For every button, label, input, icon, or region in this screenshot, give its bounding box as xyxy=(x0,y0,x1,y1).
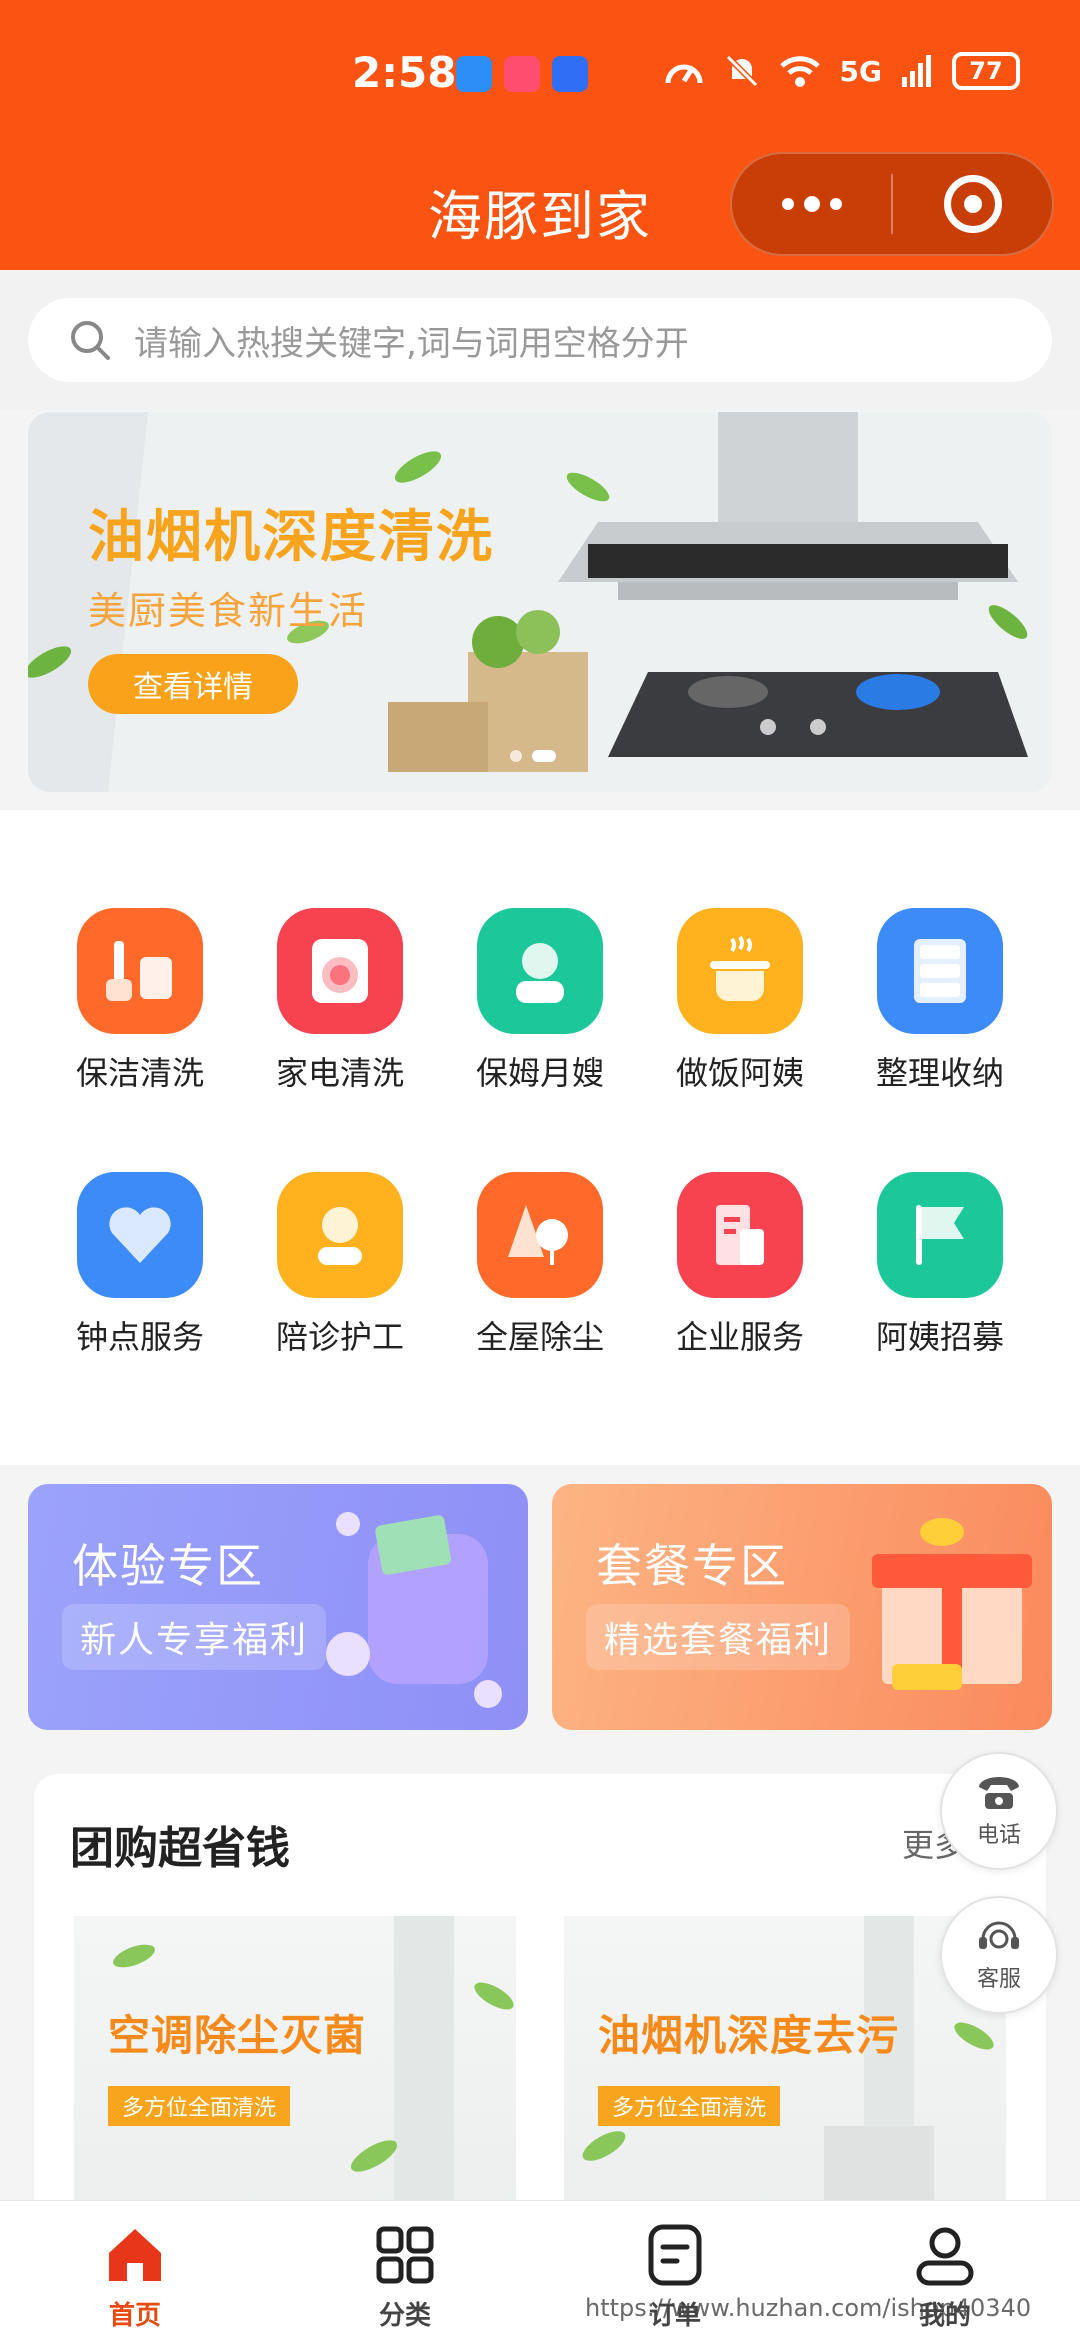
building-icon xyxy=(677,1172,803,1298)
status-right: 5G 77 xyxy=(664,52,1020,90)
banner-dot-active xyxy=(532,750,556,762)
promo-subtitle: 精选套餐福利 xyxy=(586,1604,851,1670)
promo-title: 套餐专区 xyxy=(596,1539,788,1593)
phone-label: 电话 xyxy=(976,1823,1021,1848)
service-label: 陪诊护工 xyxy=(275,1318,404,1356)
banner-pagination xyxy=(510,750,556,762)
battery-level: 77 xyxy=(969,57,1003,85)
service-label: 阿姨招募 xyxy=(875,1318,1004,1356)
banner-dot xyxy=(510,750,522,762)
trial-zone-card[interactable]: 体验专区 新人专享福利 xyxy=(28,1484,528,1730)
wifi-icon xyxy=(779,56,820,87)
service-label: 全屋除尘 xyxy=(475,1318,604,1356)
service-item[interactable]: 陪诊护工 xyxy=(240,1172,440,1358)
tab-label: 首页 xyxy=(108,2301,161,2331)
search-icon xyxy=(71,321,110,360)
mute-bell-icon xyxy=(725,54,758,88)
service-item[interactable]: 阿姨招募 xyxy=(840,1172,1040,1358)
service-float-button[interactable]: 客服 xyxy=(940,1896,1058,2014)
banner-subtitle: 美厨美食新生活 xyxy=(88,589,369,633)
service-grid: 保洁清洗 家电清洗 保姆月嫂 做饭阿姨 整理收纳 钟点服务 陪诊护工 全屋除尘 … xyxy=(40,908,1040,1358)
more-button[interactable] xyxy=(732,154,891,254)
telephone-icon xyxy=(979,1777,1019,1809)
tab-label: 分类 xyxy=(378,2301,431,2331)
order-list-icon xyxy=(648,2224,702,2286)
service-item[interactable]: 保洁清洗 xyxy=(40,908,240,1094)
service-label: 整理收纳 xyxy=(875,1054,1004,1092)
status-time: 2:58 xyxy=(352,48,457,97)
tab-home[interactable]: 首页 xyxy=(0,2201,270,2340)
search-app-icon xyxy=(456,56,492,92)
nanny-icon xyxy=(477,908,603,1034)
card-illustration xyxy=(113,1916,514,2216)
battery-icon: 77 xyxy=(952,52,1020,90)
watermark: https://www.huzhan.com/ishop40340 xyxy=(585,2294,1032,2322)
service-label: 客服 xyxy=(976,1967,1021,1992)
grid-icon xyxy=(376,2226,434,2284)
service-label: 企业服务 xyxy=(675,1318,804,1356)
home-icon xyxy=(109,2229,161,2281)
banner-title: 油烟机深度清洗 xyxy=(88,505,494,570)
service-item[interactable]: 钟点服务 xyxy=(40,1172,240,1358)
network-type: 5G xyxy=(839,54,882,88)
speed-icon xyxy=(665,64,703,84)
phone-float-button[interactable]: 电话 xyxy=(940,1752,1058,1870)
page: 2:58 5G 77 海豚到家 请输入热搜关键字,词与词用空格分开 油烟机深度清… xyxy=(0,0,1080,2340)
nurse-icon xyxy=(277,1172,403,1298)
search-input[interactable]: 请输入热搜关键字,词与词用空格分开 xyxy=(28,298,1052,382)
promo-title: 体验专区 xyxy=(72,1539,264,1593)
service-item[interactable]: 家电清洗 xyxy=(240,908,440,1094)
service-label: 保姆月嫂 xyxy=(475,1054,604,1092)
card-title: 空调除尘灭菌 xyxy=(108,2011,367,2060)
target-icon xyxy=(943,175,1002,233)
banner-detail-button[interactable]: 查看详情 xyxy=(88,654,298,714)
cabinet-icon xyxy=(877,908,1003,1034)
bulb-app-icon xyxy=(552,56,588,92)
user-icon xyxy=(916,2227,974,2286)
book-app-icon xyxy=(504,56,540,92)
card-title: 油烟机深度去污 xyxy=(598,2011,900,2060)
cleaning-tools-icon xyxy=(77,908,203,1034)
service-item[interactable]: 做饭阿姨 xyxy=(640,908,840,1094)
signal-icon xyxy=(902,55,931,87)
package-zone-card[interactable]: 套餐专区 精选套餐福利 xyxy=(552,1484,1052,1730)
service-grid-section: 保洁清洗 家电清洗 保姆月嫂 做饭阿姨 整理收纳 钟点服务 陪诊护工 全屋除尘 … xyxy=(0,810,1080,1465)
washing-machine-icon xyxy=(277,908,403,1034)
status-notification-icons xyxy=(456,56,588,92)
miniprogram-capsule xyxy=(730,152,1054,256)
service-item[interactable]: 企业服务 xyxy=(640,1172,840,1358)
service-label: 钟点服务 xyxy=(75,1318,204,1356)
search-section: 请输入热搜关键字,词与词用空格分开 xyxy=(0,270,1080,410)
card-tag: 多方位全面清洗 xyxy=(598,2086,781,2126)
card-tag: 多方位全面清洗 xyxy=(108,2086,291,2126)
close-button[interactable] xyxy=(893,154,1052,254)
promo-subtitle: 新人专享福利 xyxy=(62,1604,327,1670)
service-item[interactable]: 保姆月嫂 xyxy=(440,908,640,1094)
promo-banner[interactable]: 油烟机深度清洗 美厨美食新生活 查看详情 xyxy=(28,412,1052,792)
service-item[interactable]: 整理收纳 xyxy=(840,908,1040,1094)
heart-icon xyxy=(77,1172,203,1298)
search-placeholder: 请输入热搜关键字,词与词用空格分开 xyxy=(134,323,689,364)
tab-category[interactable]: 分类 xyxy=(270,2201,540,2340)
service-label: 家电清洗 xyxy=(275,1054,404,1092)
group-buy-title: 团购超省钱 xyxy=(70,1823,290,1874)
service-label: 保洁清洗 xyxy=(75,1054,204,1092)
top-bar: 2:58 5G 77 海豚到家 xyxy=(0,0,1080,270)
group-buy-card[interactable]: 空调除尘灭菌 多方位全面清洗 xyxy=(74,1916,516,2216)
service-label: 做饭阿姨 xyxy=(675,1054,804,1092)
cooking-pot-icon xyxy=(677,908,803,1034)
tree-icon xyxy=(477,1172,603,1298)
flag-icon xyxy=(877,1172,1003,1298)
headset-icon xyxy=(979,1921,1019,1949)
service-item[interactable]: 全屋除尘 xyxy=(440,1172,640,1358)
